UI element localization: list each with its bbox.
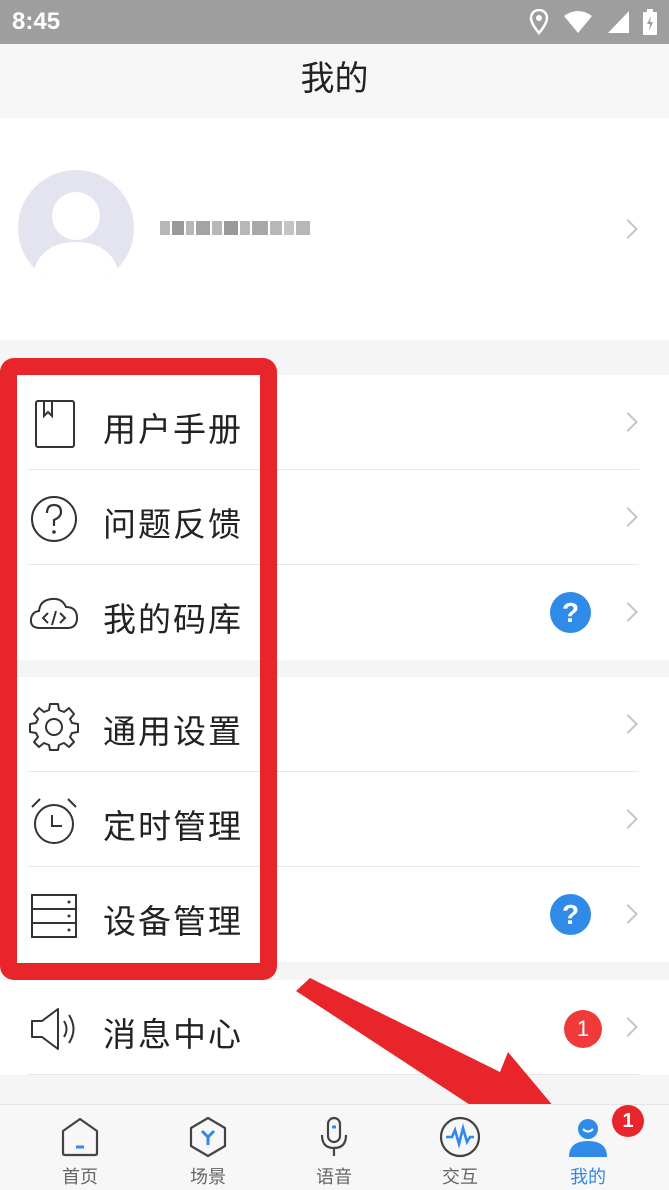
chevron-right-icon (618, 507, 638, 527)
signal-icon (608, 11, 629, 33)
gear-icon (29, 703, 79, 751)
microphone-icon (320, 1116, 348, 1156)
menu-item-user-manual[interactable]: 用户手册 (0, 375, 669, 470)
alarm-clock-icon (31, 798, 77, 844)
chevron-right-icon (618, 1017, 638, 1037)
avatar[interactable] (18, 170, 134, 286)
bottom-tab-bar: 首页 场景 语音 交互 我的 (0, 1104, 669, 1190)
chevron-right-icon (618, 714, 638, 734)
menu-item-code-library[interactable]: 我的码库 ? (0, 565, 669, 660)
wifi-icon (564, 11, 592, 33)
username-blurred (160, 213, 310, 243)
user-icon (569, 1119, 607, 1157)
waveform-icon (439, 1116, 481, 1158)
menu-item-label: 通用设置 (103, 712, 243, 751)
tab-notification-badge: 1 (612, 1105, 644, 1137)
tab-interaction[interactable]: 交互 (393, 1105, 527, 1190)
question-circle-icon (31, 496, 77, 542)
tab-scene[interactable]: 场景 (141, 1105, 275, 1190)
menu-item-label: 设备管理 (103, 902, 243, 941)
help-badge[interactable]: ? (550, 592, 591, 633)
tab-home[interactable]: 首页 (13, 1105, 147, 1190)
speaker-icon (31, 1008, 75, 1050)
unread-count-badge: 1 (564, 1010, 602, 1048)
help-badge[interactable]: ? (550, 894, 591, 935)
menu-item-timer-management[interactable]: 定时管理 (0, 772, 669, 867)
menu-item-label: 用户手册 (103, 410, 243, 449)
profile-card[interactable] (0, 118, 669, 340)
menu-group-messages: 消息中心 1 (0, 980, 669, 1075)
status-bar: 8:45 (0, 0, 669, 44)
home-icon (61, 1117, 99, 1157)
scene-hexagon-icon (189, 1116, 227, 1158)
menu-item-device-management[interactable]: 设备管理 ? (0, 867, 669, 962)
cloud-code-icon (29, 597, 79, 629)
menu-item-label: 我的码库 (103, 600, 243, 639)
tab-label: 首页 (62, 1167, 98, 1188)
location-icon (529, 9, 549, 35)
menu-item-message-center[interactable]: 消息中心 1 (0, 980, 669, 1075)
menu-group-help: 用户手册 问题反馈 我的码库 ? (0, 375, 669, 660)
chevron-right-icon (618, 904, 638, 924)
chevron-right-icon (618, 809, 638, 829)
battery-icon (643, 9, 657, 35)
menu-item-label: 定时管理 (103, 807, 243, 846)
chevron-right-icon (618, 412, 638, 432)
menu-item-label: 问题反馈 (103, 505, 243, 544)
default-avatar-icon (32, 192, 120, 286)
menu-item-feedback[interactable]: 问题反馈 (0, 470, 669, 565)
server-icon (31, 894, 77, 938)
chevron-right-icon (618, 219, 638, 239)
menu-item-general-settings[interactable]: 通用设置 (0, 677, 669, 772)
tab-label: 交互 (442, 1167, 478, 1188)
tab-label: 语音 (316, 1167, 352, 1188)
book-icon (35, 400, 75, 448)
page-title: 我的 (0, 44, 669, 118)
menu-group-settings: 通用设置 定时管理 设备管理 ? (0, 677, 669, 962)
tab-label: 场景 (190, 1167, 226, 1188)
status-time: 8:45 (12, 8, 61, 35)
tab-label: 我的 (570, 1167, 606, 1188)
chevron-right-icon (618, 602, 638, 622)
menu-item-label: 消息中心 (103, 1015, 243, 1054)
tab-voice[interactable]: 语音 (267, 1105, 401, 1190)
